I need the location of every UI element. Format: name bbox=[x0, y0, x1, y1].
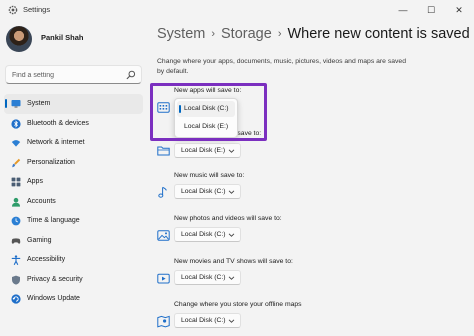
sidebar-item-privacy-security[interactable]: Privacy & security bbox=[4, 270, 143, 290]
search-icon[interactable] bbox=[126, 70, 136, 80]
chevron-down-icon bbox=[228, 233, 235, 237]
map-icon bbox=[157, 315, 170, 328]
breadcrumb-separator: › bbox=[277, 28, 282, 40]
picture-icon bbox=[157, 230, 170, 241]
breadcrumb: System › Storage › Where new content is save… bbox=[157, 26, 470, 42]
app-window-icon bbox=[157, 102, 170, 113]
window-title: Settings bbox=[23, 5, 51, 14]
search-box[interactable] bbox=[5, 65, 142, 84]
option-label: Local Disk (C:) bbox=[184, 105, 229, 112]
search-input[interactable] bbox=[12, 69, 124, 81]
dropdown-value: Local Disk (C:) bbox=[181, 231, 226, 238]
setting-label: Change where you store your offline maps bbox=[174, 301, 302, 308]
chevron-down-icon bbox=[228, 276, 235, 280]
person-icon bbox=[12, 197, 20, 207]
offline-maps-save-location-dropdown[interactable]: Local Disk (C:) bbox=[174, 313, 241, 328]
sidebar-item-network[interactable]: Network & internet bbox=[4, 133, 143, 153]
chevron-down-icon bbox=[228, 190, 235, 194]
wifi-icon bbox=[11, 140, 21, 147]
update-icon bbox=[11, 294, 21, 304]
sidebar-nav: System Bluetooth & devices Network & int… bbox=[4, 94, 143, 309]
monitor-icon bbox=[11, 100, 21, 108]
sidebar-item-accounts[interactable]: Accounts bbox=[4, 192, 143, 212]
globe-clock-icon bbox=[11, 216, 21, 226]
setting-music: New music will save to: Local Disk (C:) bbox=[157, 172, 457, 204]
apps-grid-icon bbox=[11, 177, 21, 187]
avatar[interactable] bbox=[6, 26, 32, 52]
sidebar-item-label: Personalization bbox=[27, 158, 75, 166]
dropdown-value: Local Disk (C:) bbox=[181, 188, 226, 195]
sidebar-item-system[interactable]: System bbox=[4, 94, 143, 114]
music-save-location-dropdown[interactable]: Local Disk (C:) bbox=[174, 184, 241, 199]
sidebar-item-label: System bbox=[27, 100, 51, 107]
setting-label: New photos and videos will save to: bbox=[174, 215, 282, 222]
paintbrush-icon bbox=[12, 158, 21, 167]
dropdown-value: Local Disk (E:) bbox=[181, 147, 226, 154]
music-note-icon bbox=[158, 186, 167, 198]
maximize-button[interactable]: ☐ bbox=[418, 0, 444, 20]
sidebar-item-label: Accessibility bbox=[27, 256, 66, 263]
profile-name: Pankil Shah bbox=[41, 33, 84, 42]
sidebar-item-label: Gaming bbox=[27, 236, 52, 244]
sidebar-item-windows-update[interactable]: Windows Update bbox=[4, 289, 143, 309]
dropdown-value: Local Disk (C:) bbox=[181, 317, 226, 324]
apps-save-location-popup: Local Disk (C:) Local Disk (E:) bbox=[174, 98, 238, 138]
sidebar-item-label: Time & language bbox=[27, 217, 80, 224]
breadcrumb-item-storage[interactable]: Storage bbox=[221, 26, 272, 42]
shield-icon bbox=[12, 275, 20, 285]
breadcrumb-separator: › bbox=[211, 28, 216, 40]
sidebar-item-apps[interactable]: Apps bbox=[4, 172, 143, 192]
sidebar-item-label: Bluetooth & devices bbox=[27, 119, 89, 127]
chevron-down-icon bbox=[228, 319, 235, 323]
sidebar-item-label: Privacy & security bbox=[27, 275, 83, 283]
sidebar-item-label: Apps bbox=[27, 178, 43, 185]
page-title: Where new content is saved bbox=[287, 26, 470, 42]
movies-tv-save-location-dropdown[interactable]: Local Disk (C:) bbox=[174, 270, 241, 285]
sidebar-item-gaming[interactable]: Gaming bbox=[4, 231, 143, 251]
breadcrumb-item-system[interactable]: System bbox=[157, 26, 205, 42]
sidebar-item-bluetooth[interactable]: Bluetooth & devices bbox=[4, 114, 143, 134]
sidebar-item-label: Network & internet bbox=[27, 139, 85, 146]
page-description: Change where your apps, documents, music… bbox=[157, 58, 406, 75]
sidebar-item-accessibility[interactable]: Accessibility bbox=[4, 250, 143, 270]
movie-icon bbox=[157, 273, 170, 284]
setting-label: New music will save to: bbox=[174, 172, 245, 179]
accessibility-icon bbox=[11, 255, 21, 265]
sidebar-item-personalization[interactable]: Personalization bbox=[4, 153, 143, 173]
sidebar-item-label: Accounts bbox=[27, 197, 56, 205]
setting-movies-tv: New movies and TV shows will save to: Lo… bbox=[157, 258, 457, 290]
chevron-down-icon bbox=[228, 149, 235, 153]
folder-icon bbox=[157, 146, 170, 156]
bluetooth-icon bbox=[11, 118, 21, 129]
photos-videos-save-location-dropdown[interactable]: Local Disk (C:) bbox=[174, 227, 241, 242]
documents-save-location-dropdown[interactable]: Local Disk (E:) bbox=[174, 143, 241, 158]
sidebar-item-time-language[interactable]: Time & language bbox=[4, 211, 143, 231]
setting-offline-maps: Change where you store your offline maps… bbox=[157, 301, 457, 333]
title-bar: Settings — ☐ ✕ bbox=[0, 0, 474, 20]
minimize-button[interactable]: — bbox=[390, 0, 416, 20]
gamepad-icon bbox=[11, 237, 21, 244]
setting-label: New apps will save to: bbox=[174, 87, 242, 94]
sidebar-item-label: Windows Update bbox=[27, 295, 80, 302]
settings-app-icon bbox=[8, 5, 18, 15]
close-button[interactable]: ✕ bbox=[446, 0, 472, 20]
setting-photos-videos: New photos and videos will save to: Loca… bbox=[157, 215, 457, 247]
setting-label: New movies and TV shows will save to: bbox=[174, 258, 293, 265]
popup-option-local-disk-e[interactable]: Local Disk (E:) bbox=[177, 119, 235, 135]
option-label: Local Disk (E:) bbox=[184, 123, 229, 130]
setting-label-fragment: l save to: bbox=[234, 130, 262, 137]
popup-option-local-disk-c[interactable]: Local Disk (C:) bbox=[177, 101, 235, 117]
dropdown-value: Local Disk (C:) bbox=[181, 274, 226, 281]
